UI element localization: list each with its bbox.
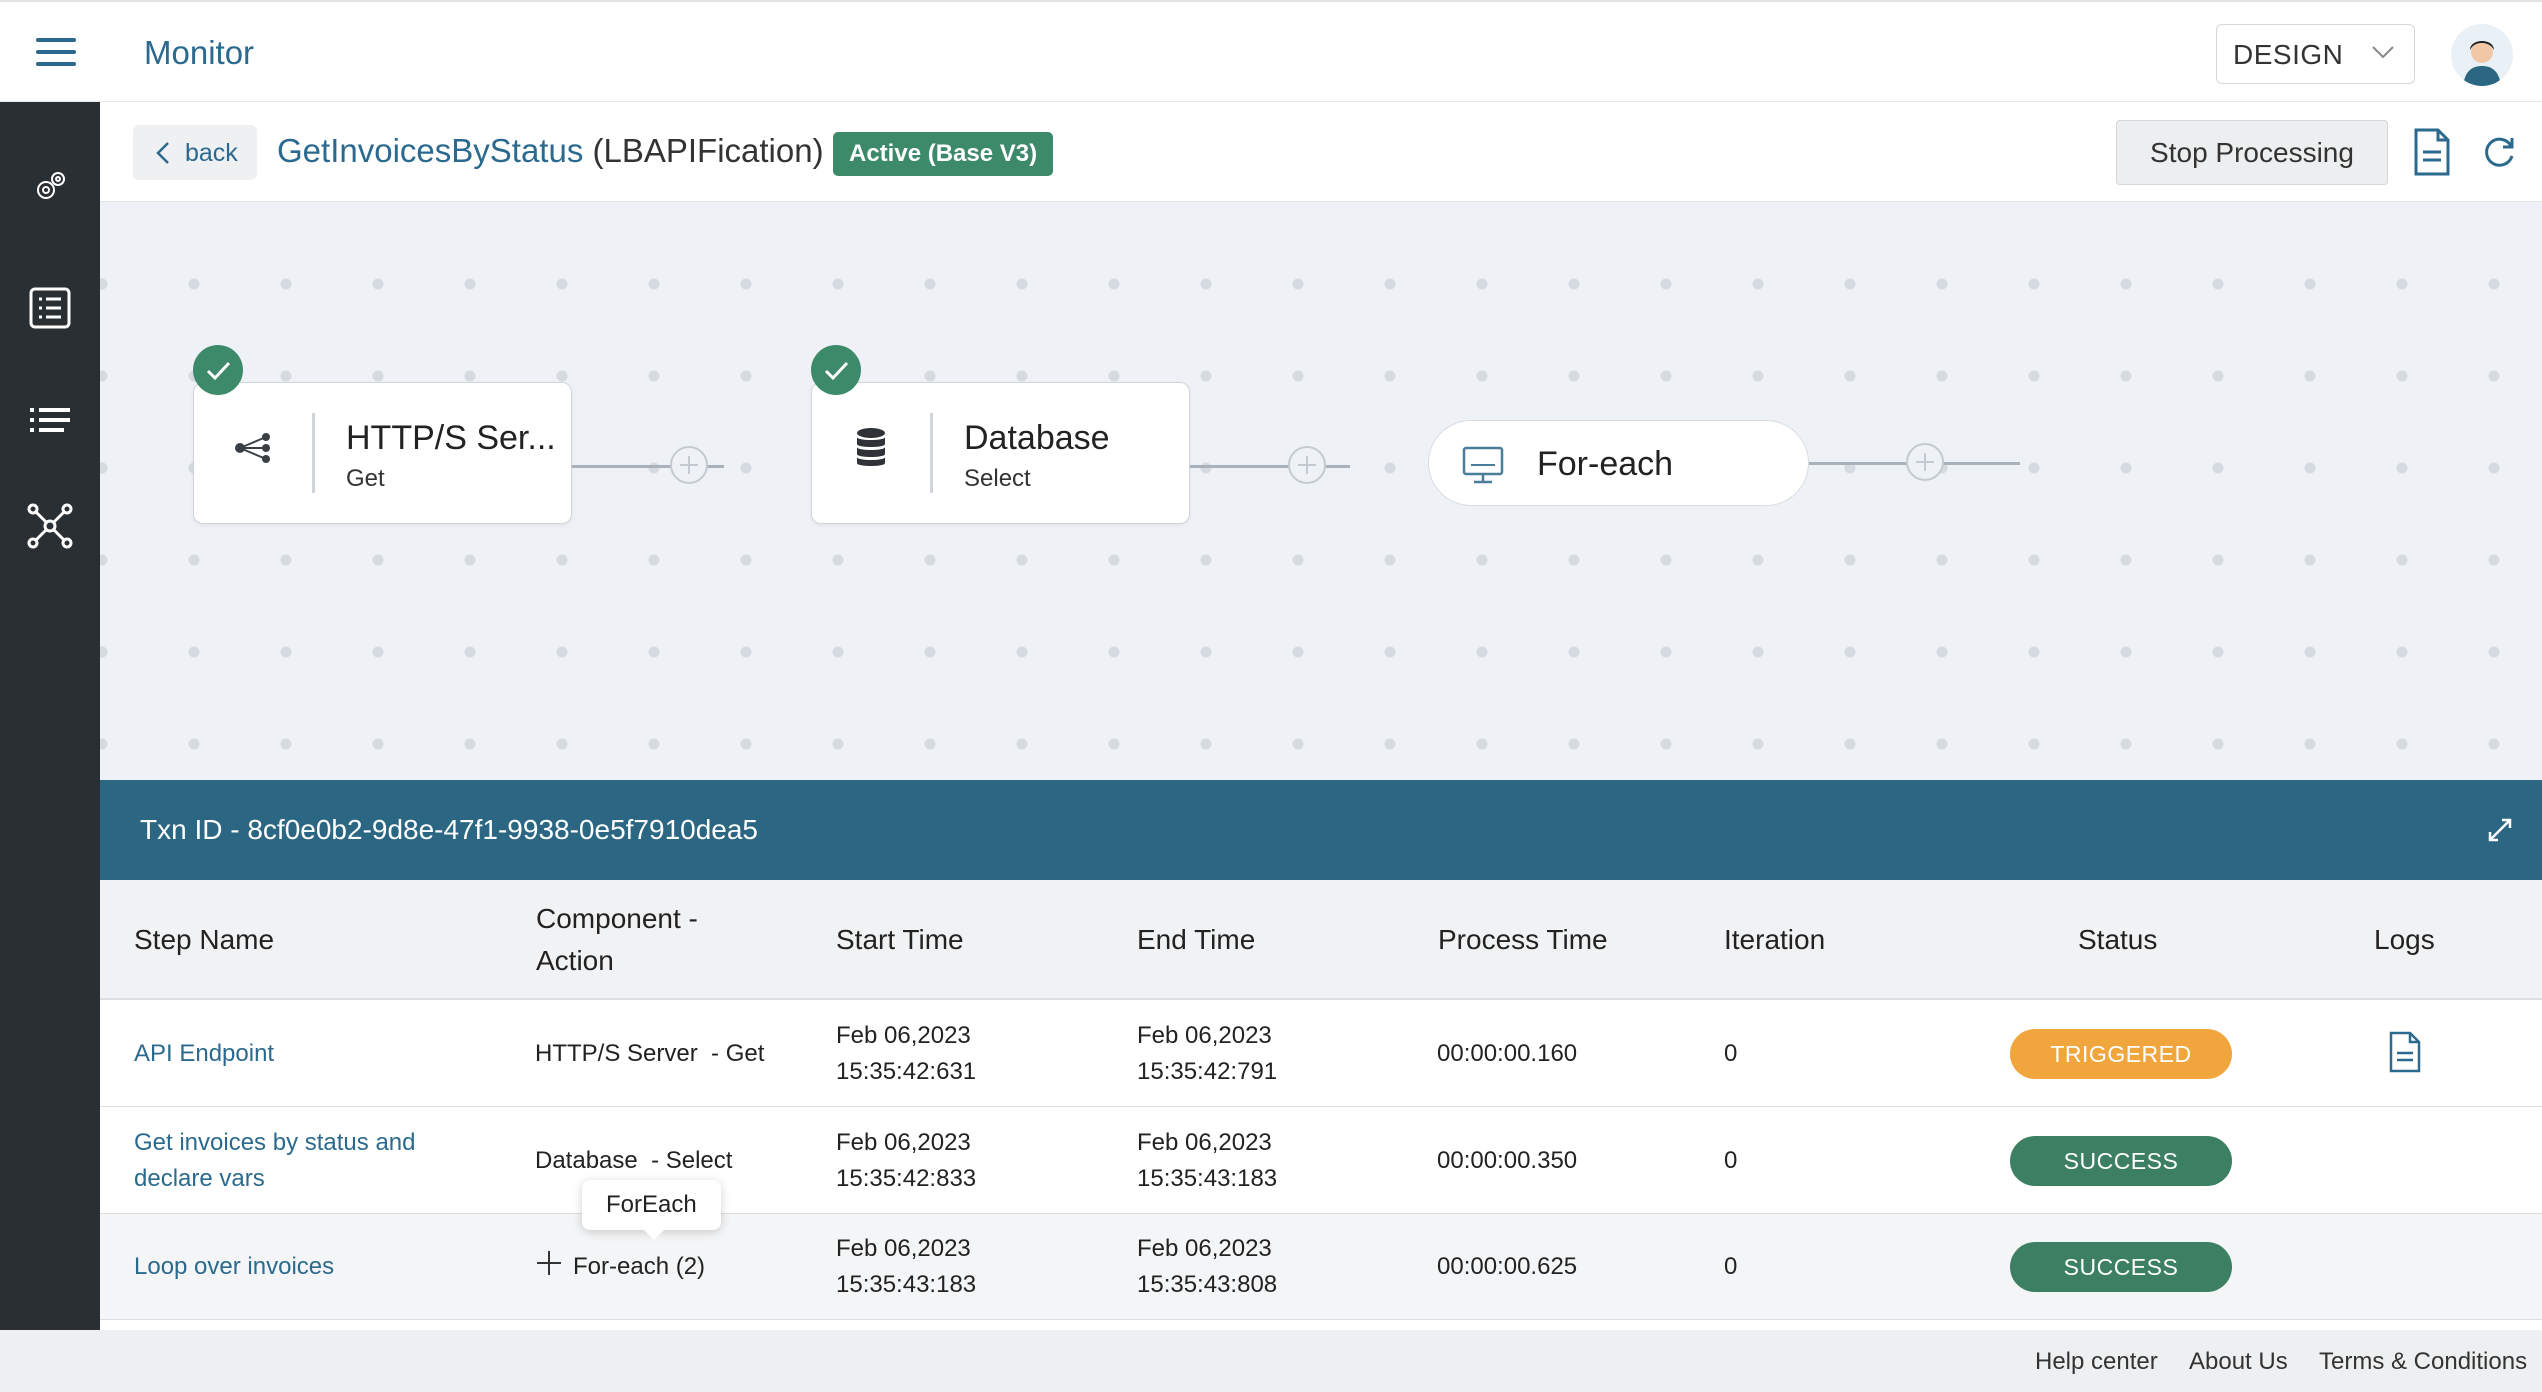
column-header: Status — [2078, 924, 2158, 955]
help-center-link[interactable]: Help center — [2035, 1348, 2158, 1376]
terms-link[interactable]: Terms & Conditions — [2319, 1348, 2527, 1376]
column-header: Component - Action — [536, 903, 698, 976]
status-badge[interactable]: TRIGGERED — [2010, 1029, 2232, 1079]
flow-canvas: HTTP/S Ser... Get Database Select For-ea… — [100, 202, 2542, 780]
column-header: Iteration — [1724, 924, 1826, 955]
start-time: Feb 06,2023 15:35:42:833 — [836, 1129, 977, 1192]
iteration: 0 — [1724, 1147, 1738, 1174]
monitor-icon — [1462, 446, 1504, 484]
transaction-id: Txn ID - 8cf0e0b2-9d8e-47f1-9938-0e5f791… — [140, 814, 758, 845]
status-badge[interactable]: SUCCESS — [2010, 1242, 2232, 1292]
tooltip: ForEach — [582, 1180, 721, 1240]
step-name-link[interactable]: Loop over invoices — [134, 1249, 334, 1285]
transaction-header: Txn ID - 8cf0e0b2-9d8e-47f1-9938-0e5f791… — [100, 780, 2542, 880]
table-header: Step Name Component - Action Start Time … — [100, 880, 2542, 1000]
node-title: For-each — [1537, 445, 1674, 483]
top-bar: Monitor DESIGN — [0, 0, 2542, 102]
flow-title: GetInvoicesByStatus (LBAPIFication) — [277, 132, 824, 170]
expand-plus-icon[interactable] — [536, 1250, 562, 1276]
process-time: 00:00:00.350 — [1437, 1147, 1578, 1174]
table-row: API Endpoint HTTP/S Server - Get Feb 06,… — [100, 1001, 2542, 1107]
about-us-link[interactable]: About Us — [2189, 1348, 2288, 1376]
component-action: For-each (2) — [573, 1253, 706, 1280]
column-header: Step Name — [134, 924, 275, 955]
app-title: Monitor — [144, 34, 255, 71]
add-step-button[interactable] — [1906, 443, 1944, 481]
success-check-icon — [811, 345, 861, 395]
database-icon — [857, 428, 885, 466]
sidebar — [0, 102, 100, 1330]
add-step-button[interactable] — [670, 446, 708, 484]
component-action: Database - Select — [535, 1147, 733, 1174]
column-header: Logs — [2374, 924, 2435, 955]
network-nodes-icon[interactable] — [26, 502, 74, 550]
flow-name: GetInvoicesByStatus — [277, 132, 584, 169]
process-time: 00:00:00.160 — [1437, 1040, 1578, 1067]
flow-node-foreach[interactable]: For-each — [1428, 420, 1809, 506]
flow-header: back GetInvoicesByStatus (LBAPIFication)… — [100, 102, 2542, 202]
column-header: Start Time — [836, 924, 964, 955]
end-time: Feb 06,2023 15:35:43:808 — [1137, 1235, 1278, 1298]
chevron-left-icon — [156, 142, 169, 164]
settings-gears-icon[interactable] — [26, 162, 74, 210]
node-divider — [312, 413, 315, 493]
step-name-link[interactable]: API Endpoint — [134, 1036, 274, 1072]
node-divider — [930, 413, 933, 493]
table-row: Get invoices by status and declare vars … — [100, 1108, 2542, 1214]
step-name-link[interactable]: Get invoices by status and declare vars — [134, 1125, 415, 1197]
stop-processing-button[interactable]: Stop Processing — [2116, 120, 2388, 185]
success-check-icon — [193, 345, 243, 395]
document-icon[interactable] — [2412, 128, 2452, 176]
column-header: Process Time — [1438, 924, 1608, 955]
node-title: Database — [964, 419, 1110, 457]
avatar[interactable] — [2451, 24, 2513, 86]
hamburger-menu-icon[interactable] — [36, 38, 76, 68]
share-nodes-icon — [235, 433, 270, 463]
back-label: back — [185, 139, 238, 167]
component-action: HTTP/S Server - Get — [535, 1040, 765, 1067]
node-action: Select — [964, 465, 1031, 492]
back-button[interactable]: back — [133, 125, 257, 180]
mode-select[interactable]: DESIGN — [2216, 24, 2415, 84]
flow-node-database[interactable]: Database Select — [811, 382, 1190, 524]
start-time: Feb 06,2023 15:35:43:183 — [836, 1235, 977, 1298]
list-document-icon[interactable] — [26, 284, 74, 332]
add-step-button[interactable] — [1288, 446, 1326, 484]
iteration: 0 — [1724, 1040, 1738, 1067]
table-row: Loop over invoices For-each (2) Feb 06,2… — [100, 1214, 2542, 1320]
expand-icon[interactable] — [2486, 816, 2514, 844]
iteration: 0 — [1724, 1253, 1738, 1280]
status-badge[interactable]: SUCCESS — [2010, 1136, 2232, 1186]
refresh-icon[interactable] — [2481, 134, 2517, 170]
column-header: End Time — [1137, 924, 1256, 955]
footer: Help center About Us Terms & Conditions — [0, 1330, 2542, 1392]
end-time: Feb 06,2023 15:35:43:183 — [1137, 1129, 1278, 1192]
avatar-person-icon — [2451, 24, 2513, 86]
status-badge: Active (Base V3) — [833, 132, 1054, 176]
end-time: Feb 06,2023 15:35:42:791 — [1137, 1022, 1278, 1085]
chevron-down-icon — [2372, 46, 2394, 59]
start-time: Feb 06,2023 15:35:42:631 — [836, 1022, 977, 1085]
process-time: 00:00:00.625 — [1437, 1253, 1578, 1280]
flow-sub: (LBAPIFication) — [592, 132, 824, 169]
flow-node-http[interactable]: HTTP/S Ser... Get — [193, 382, 572, 524]
mode-select-value: DESIGN — [2233, 39, 2344, 70]
bullet-list-icon[interactable] — [26, 398, 74, 446]
node-action: Get — [346, 465, 385, 492]
log-document-icon[interactable] — [2388, 1031, 2422, 1073]
node-title: HTTP/S Ser... — [346, 419, 556, 457]
